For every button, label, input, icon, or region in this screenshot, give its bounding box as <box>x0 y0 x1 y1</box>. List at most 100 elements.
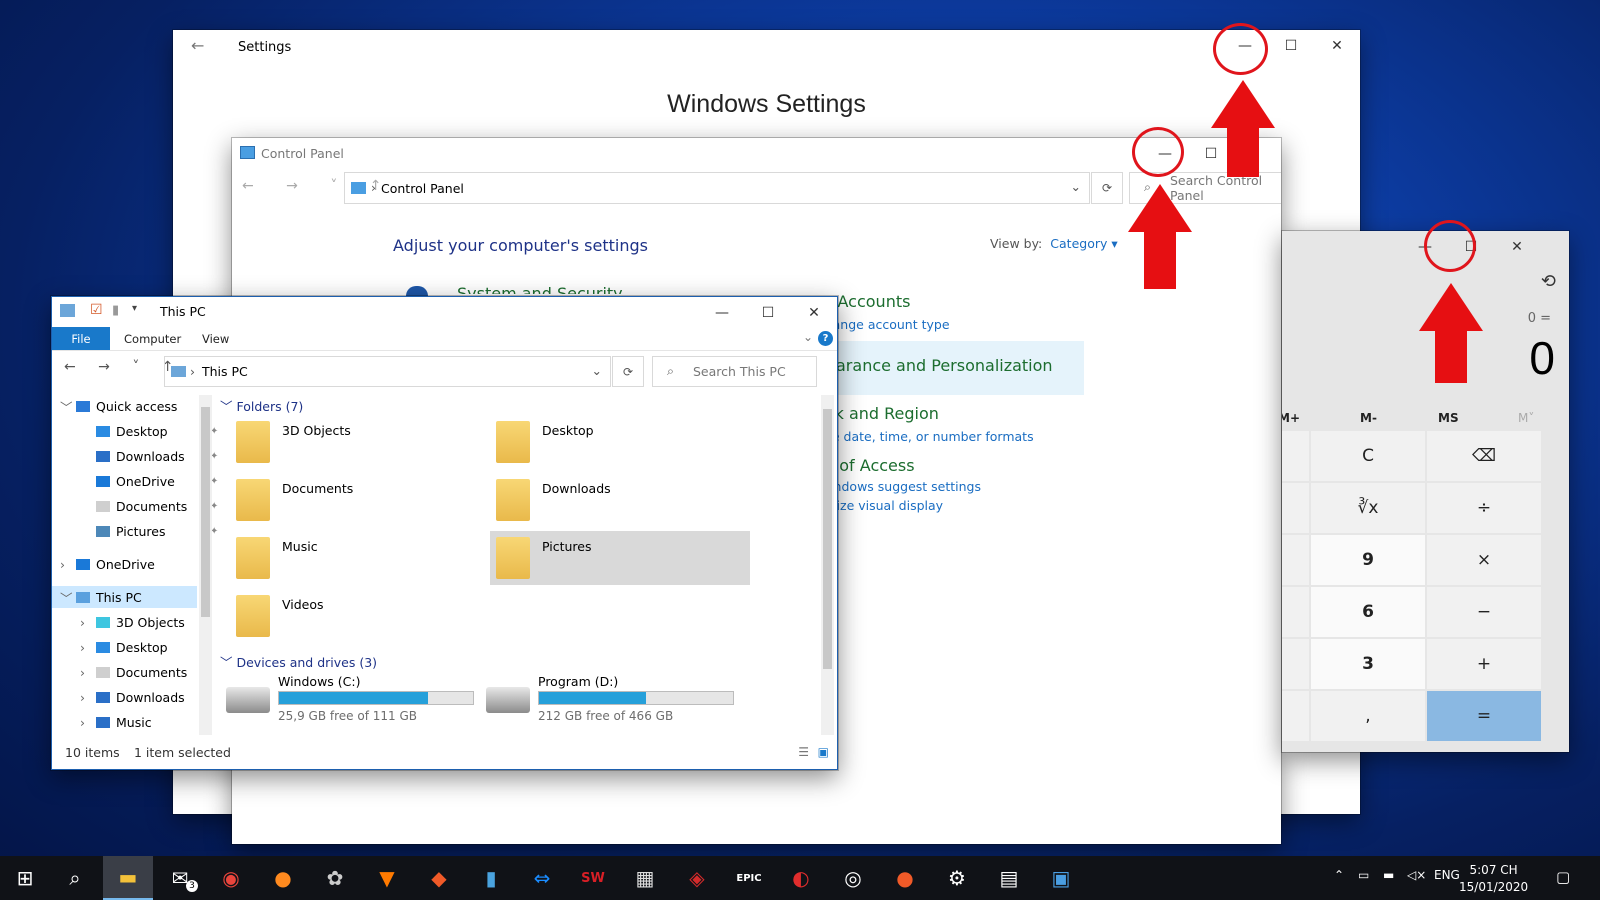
expand-chevron-icon[interactable]: ﹀ <box>60 588 76 607</box>
app-icon[interactable]: ▦ <box>620 856 670 900</box>
properties-icon[interactable]: ☑ <box>90 302 103 318</box>
large-icons-view-icon[interactable]: ▣ <box>818 745 829 759</box>
refresh-button[interactable]: ⟳ <box>612 356 644 387</box>
calc-key[interactable] <box>1282 483 1309 533</box>
search-input[interactable]: ⌕ Search This PC <box>652 356 817 387</box>
language-indicator[interactable]: ENG <box>1434 868 1460 882</box>
settings-gear-icon[interactable]: ⚙ <box>932 856 982 900</box>
chevron-down-icon[interactable]: ⌄ <box>1071 179 1081 194</box>
folder-item[interactable]: Videos <box>230 589 490 643</box>
network-icon[interactable]: ▭ <box>1358 868 1369 882</box>
app-icon[interactable]: ◆ <box>414 856 464 900</box>
expand-chevron-icon[interactable]: › <box>80 615 96 630</box>
tree-item[interactable]: Pictures ✦ <box>80 520 218 542</box>
tab-view[interactable]: View <box>202 332 229 346</box>
calc-key[interactable]: + <box>1427 639 1541 689</box>
tree-item[interactable]: OneDrive ✦ <box>80 470 218 492</box>
calc-key[interactable]: C <box>1311 431 1425 481</box>
start-windows-icon[interactable]: ⊞ <box>0 856 50 900</box>
calc-key[interactable]: 6 <box>1311 587 1425 637</box>
memory-store-button[interactable]: MS <box>1438 411 1459 425</box>
content-pane[interactable]: ﹀ Folders (7) ﹀ Devices and drives (3) 3… <box>218 395 818 735</box>
calc-key[interactable] <box>1282 535 1309 585</box>
calc-key[interactable] <box>1282 587 1309 637</box>
folders-group-header[interactable]: ﹀ Folders (7) <box>220 396 303 415</box>
address-bar[interactable]: › Control Panel ⌄ <box>344 172 1090 204</box>
calc-key[interactable]: − <box>1427 587 1541 637</box>
solidworks-icon[interactable]: SW <box>568 856 618 900</box>
file-explorer-taskbar-icon[interactable]: ▬ <box>103 856 153 900</box>
help-icon[interactable]: ? <box>818 331 833 346</box>
back-arrow-icon[interactable]: ← <box>191 36 204 55</box>
notifications-icon[interactable]: ▢ <box>1556 868 1570 886</box>
tree-item[interactable]: › Music <box>80 711 152 733</box>
link-suggest-settings[interactable]: Windows suggest settings <box>818 479 981 494</box>
clock[interactable]: 5:07 CH 15/01/2020 <box>1459 862 1528 896</box>
calc-key[interactable]: ÷ <box>1427 483 1541 533</box>
refresh-button[interactable]: ⟳ <box>1091 172 1123 204</box>
drives-group-header[interactable]: ﹀ Devices and drives (3) <box>220 652 377 671</box>
tree-item[interactable]: › Desktop <box>80 636 168 658</box>
calc-key[interactable]: ⌫ <box>1427 431 1541 481</box>
garena-icon[interactable]: ◈ <box>672 856 722 900</box>
epic-games-icon[interactable]: EPIC <box>724 856 774 900</box>
tree-item[interactable]: › OneDrive <box>60 553 155 575</box>
teamviewer-icon[interactable]: ⇔ <box>517 856 567 900</box>
view-by[interactable]: View by: Category ▾ <box>990 236 1118 251</box>
new-folder-icon[interactable]: ▮ <box>112 303 119 318</box>
maximize-button[interactable]: ☐ <box>745 297 791 329</box>
memory-list-button[interactable]: M˅ <box>1518 411 1534 425</box>
chrome-icon[interactable]: ◉ <box>206 856 256 900</box>
navigation-pane[interactable]: ﹀ Quick access Desktop ✦ Downloads ✦ OneDrive ✦… <box>52 395 218 735</box>
nav-scrollbar[interactable] <box>199 395 212 735</box>
expand-chevron-icon[interactable]: › <box>60 557 76 572</box>
calc-key[interactable]: , <box>1311 691 1425 741</box>
details-view-icon[interactable]: ☰ <box>798 745 809 759</box>
memory-add-button[interactable]: M+ <box>1282 411 1300 425</box>
content-scrollbar[interactable] <box>821 395 834 735</box>
history-icon[interactable]: ⟲ <box>1541 271 1556 292</box>
category-system-security[interactable]: System and Security <box>457 284 623 294</box>
expand-chevron-icon[interactable]: › <box>80 640 96 655</box>
search-icon[interactable]: ⌕ <box>50 856 100 900</box>
tab-computer[interactable]: Computer <box>124 332 181 346</box>
calc-key[interactable]: = <box>1427 691 1541 741</box>
minimize-button[interactable]: — <box>699 297 745 329</box>
folder-item[interactable]: Documents <box>230 473 490 527</box>
calc-key[interactable]: 9 <box>1311 535 1425 585</box>
tree-item[interactable]: Desktop ✦ <box>80 420 218 442</box>
address-bar[interactable]: › This PC ⌄ <box>164 356 611 387</box>
expand-chevron-icon[interactable]: ﹀ <box>60 397 76 416</box>
chevron-down-icon[interactable]: ⌄ <box>592 363 602 378</box>
calc-key[interactable] <box>1282 639 1309 689</box>
category-appearance[interactable]: pearance and Personalization <box>816 356 1053 375</box>
volume-mute-icon[interactable]: ◁× <box>1407 868 1426 882</box>
drive-item[interactable]: Program (D:) 212 GB free of 466 GB <box>486 671 746 723</box>
folder-item[interactable]: Downloads <box>490 473 750 527</box>
document-app-icon[interactable]: ▮ <box>466 856 516 900</box>
tree-item[interactable]: › 3D Objects <box>80 611 185 633</box>
calc-key[interactable]: × <box>1427 535 1541 585</box>
firefox-icon[interactable]: ● <box>258 856 308 900</box>
drive-item[interactable]: Windows (C:) 25,9 GB free of 111 GB <box>226 671 486 723</box>
tree-item[interactable]: Downloads ✦ <box>80 445 218 467</box>
app-icon[interactable]: ◐ <box>776 856 826 900</box>
folder-item[interactable]: Music <box>230 531 490 585</box>
expand-chevron-icon[interactable]: › <box>80 665 96 680</box>
file-explorer-window[interactable]: ☑ ▮ ▾ This PC — ☐ ✕ File Computer View ⌄… <box>51 296 838 770</box>
tree-item[interactable]: › Downloads <box>80 686 185 708</box>
vlc-like-icon[interactable]: ▼ <box>362 856 412 900</box>
steam-icon[interactable]: ◎ <box>828 856 878 900</box>
tree-item[interactable]: ﹀ This PC <box>52 586 197 608</box>
origin-icon[interactable]: ● <box>880 856 930 900</box>
taskbar[interactable]: ⊞ ⌕ ▬ ✉ 3 ◉ ● ✿ ▼ ◆ ▮ ⇔ SW ▦ ◈ EPIC ◐ ◎ ●… <box>0 856 1600 900</box>
paint-app-icon[interactable]: ✿ <box>310 856 360 900</box>
expand-chevron-icon[interactable]: › <box>80 690 96 705</box>
mail-icon[interactable]: ✉ 3 <box>155 856 205 900</box>
calc-key[interactable] <box>1282 431 1309 481</box>
view-by-dropdown[interactable]: Category ▾ <box>1050 236 1117 251</box>
folder-item[interactable]: 3D Objects <box>230 415 490 469</box>
battery-icon[interactable]: ▬ <box>1383 868 1394 882</box>
folder-item[interactable]: Pictures <box>490 531 750 585</box>
chevron-up-icon[interactable]: ⌃ <box>1334 868 1344 882</box>
